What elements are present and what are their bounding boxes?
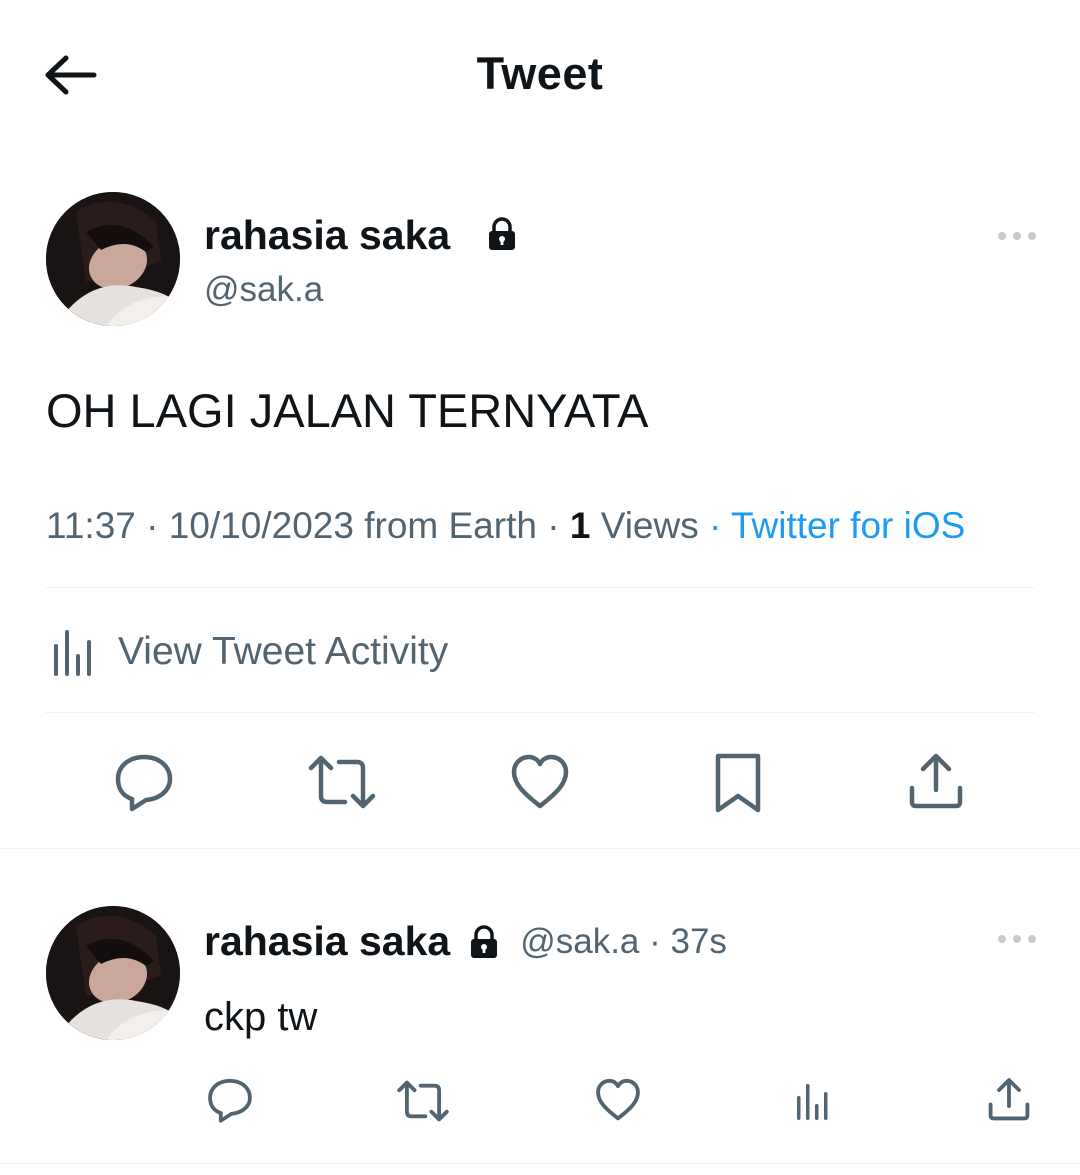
reply-analytics-button[interactable]: [792, 1080, 834, 1122]
reply-header: rahasia saka @sak.a · 37s: [204, 918, 727, 965]
like-icon: [511, 754, 569, 809]
reply-share-button[interactable]: [986, 1077, 1032, 1123]
avatar-photo: [46, 192, 180, 326]
tweet-time: 11:37: [46, 505, 136, 546]
lock-icon: [489, 217, 515, 250]
views-count: 1: [569, 505, 591, 546]
reply-reply-button[interactable]: [205, 1077, 255, 1123]
reply-retweet-button[interactable]: [396, 1078, 450, 1124]
retweet-icon: [308, 755, 376, 809]
views-label: Views: [600, 505, 699, 546]
view-tweet-activity-label: View Tweet Activity: [118, 630, 449, 673]
like-icon: [596, 1078, 640, 1121]
like-button[interactable]: [510, 754, 570, 810]
more-icon: [998, 935, 1036, 943]
reply-avatar[interactable]: [46, 906, 180, 1040]
page-title: Tweet: [476, 48, 604, 99]
share-button[interactable]: [906, 752, 966, 812]
section-divider: [0, 848, 1080, 849]
meta-separator: ·: [639, 921, 671, 961]
reply-like-button[interactable]: [595, 1078, 641, 1122]
bookmark-button[interactable]: [712, 752, 764, 814]
reply-icon: [208, 1078, 252, 1123]
reply-author-name[interactable]: rahasia saka: [204, 918, 450, 965]
reply-button[interactable]: [112, 752, 176, 812]
analytics-icon: [797, 1084, 828, 1120]
share-icon: [909, 753, 963, 809]
tweet-date: 10/10/2023: [168, 505, 354, 546]
author-name[interactable]: rahasia saka: [204, 212, 450, 259]
analytics-icon: [54, 630, 91, 676]
reply-author-handle[interactable]: @sak.a: [520, 922, 639, 962]
tweet-location: from Earth: [364, 505, 537, 546]
retweet-icon: [397, 1080, 449, 1122]
meta-separator: ·: [146, 505, 169, 546]
tweet-meta: 11:37 · 10/10/2023 from Earth · 1 Views …: [46, 505, 965, 547]
bookmark-icon: [715, 753, 761, 813]
reply-icon: [115, 754, 173, 812]
more-icon: [998, 232, 1036, 240]
bottom-divider: [0, 1163, 1080, 1164]
retweet-button[interactable]: [307, 752, 377, 812]
tweet-source-link[interactable]: Twitter for iOS: [731, 505, 965, 546]
share-icon: [988, 1078, 1030, 1121]
author-handle[interactable]: @sak.a: [204, 270, 323, 310]
view-tweet-activity-button[interactable]: View Tweet Activity: [46, 614, 448, 690]
reply-text: ckp tw: [204, 995, 318, 1039]
meta-separator: ·: [547, 505, 570, 546]
reply-more-button[interactable]: [996, 927, 1038, 951]
reply-age[interactable]: 37s: [671, 922, 727, 962]
more-button[interactable]: [996, 224, 1038, 248]
divider: [45, 587, 1035, 588]
lock-icon: [471, 924, 498, 958]
avatar-photo: [46, 906, 180, 1040]
meta-separator: ·: [709, 505, 731, 546]
divider: [45, 712, 1035, 713]
tweet-text: OH LAGI JALAN TERNYATA: [46, 384, 649, 437]
avatar[interactable]: [46, 192, 180, 326]
